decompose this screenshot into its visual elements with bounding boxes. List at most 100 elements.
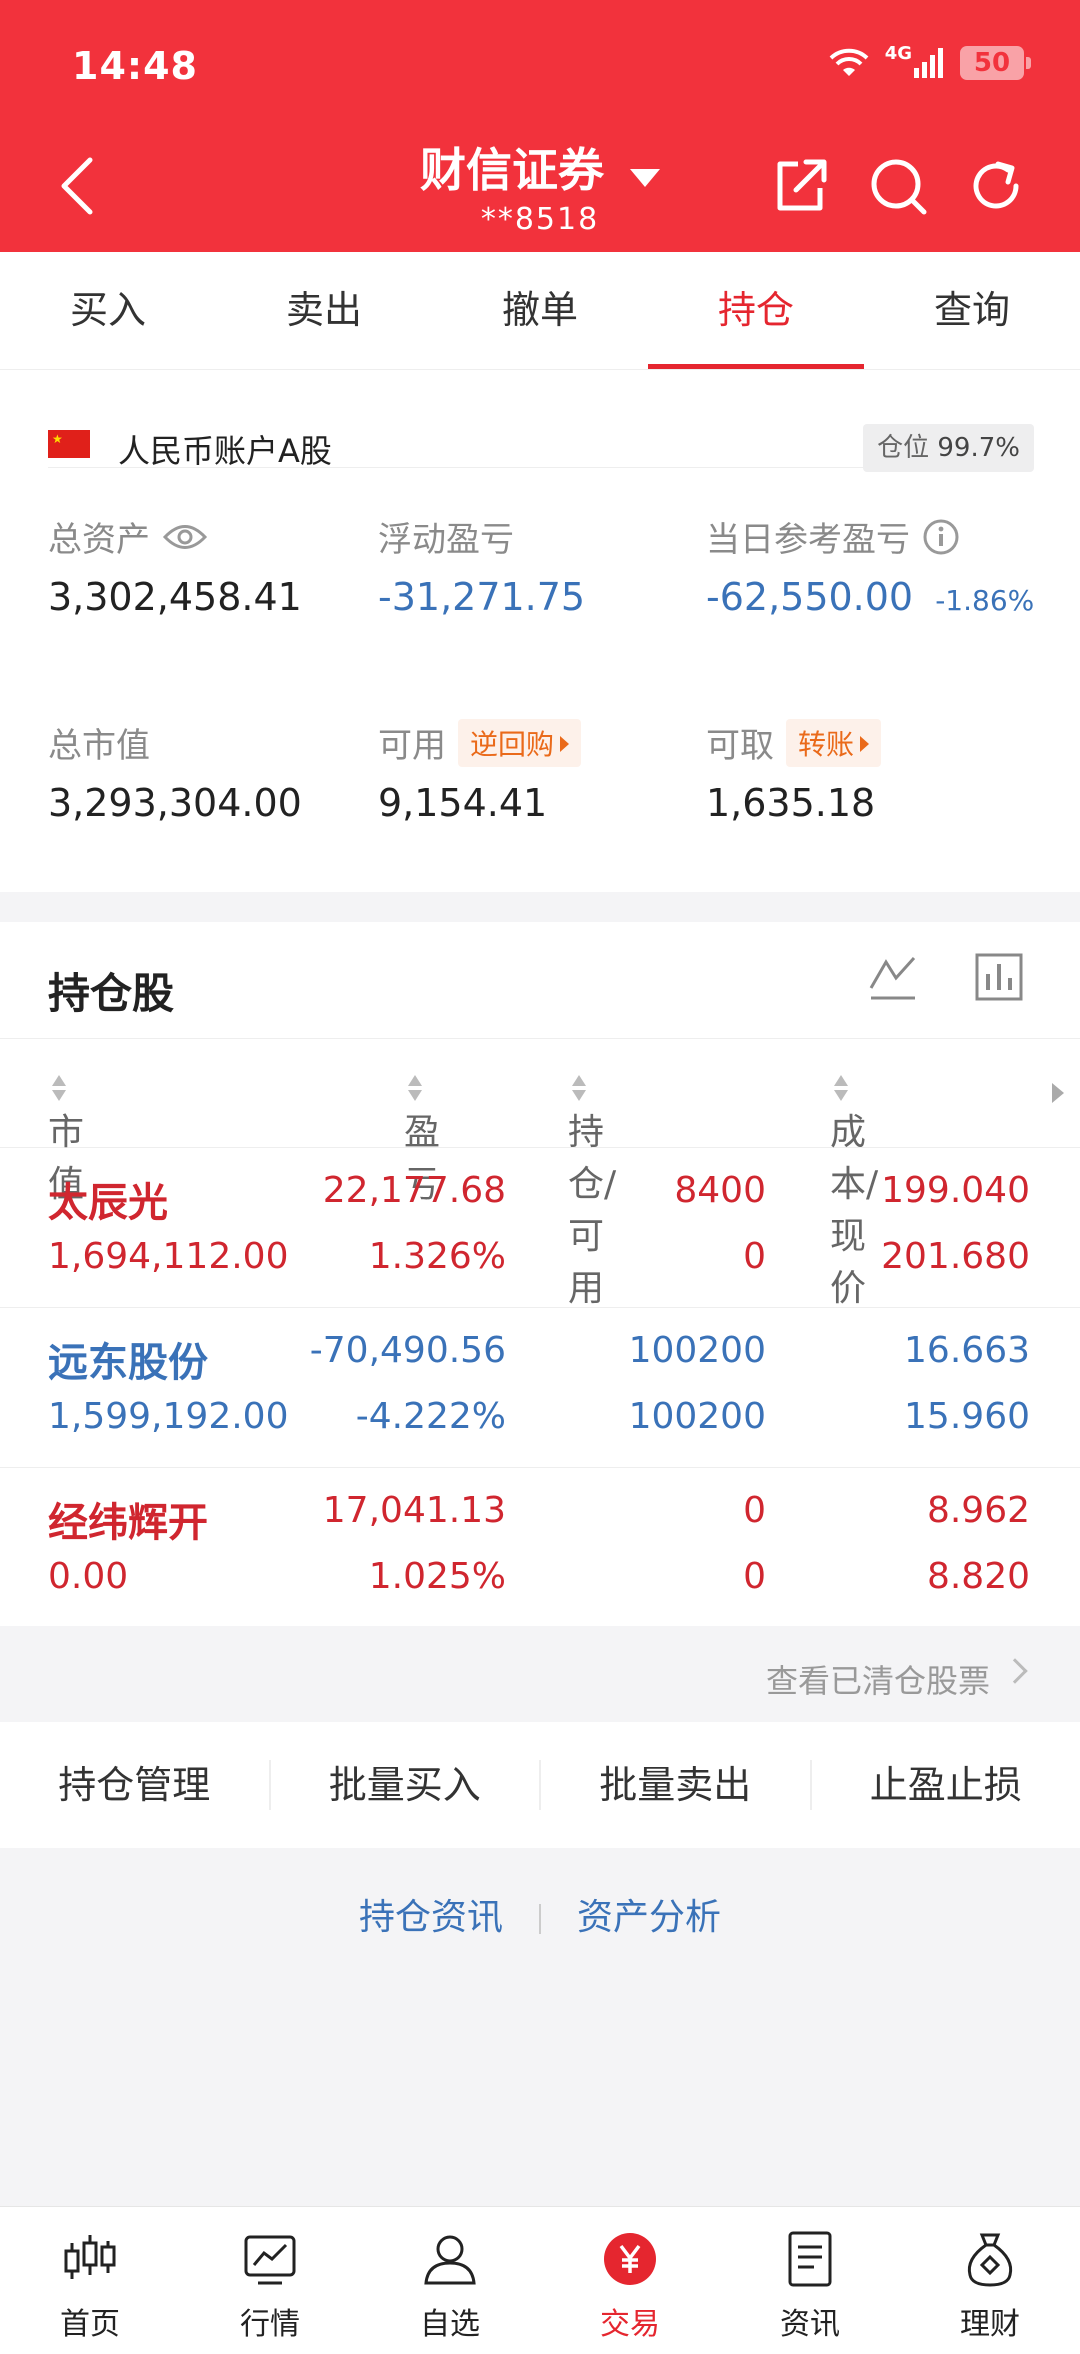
- table-row[interactable]: 远东股份 1,599,192.00 -70,490.56 -4.222% 100200 1…: [0, 1308, 1080, 1468]
- stock-avail: 100200: [628, 1396, 766, 1437]
- divider: [539, 1904, 541, 1934]
- available-funds: 可用 逆回购 9,154.41: [378, 718, 582, 825]
- bar-chart-icon[interactable]: [974, 952, 1024, 1002]
- account-name: 人民币账户A股: [118, 432, 332, 470]
- stock-price: 201.680: [881, 1236, 1030, 1277]
- nav-label: 行情: [240, 2307, 300, 2342]
- stock-name: 太辰光: [48, 1180, 168, 1226]
- transfer-button[interactable]: 转账: [786, 718, 882, 767]
- tab-cancel[interactable]: 撤单: [432, 252, 648, 369]
- daily-pl-label: 当日参考盈亏: [706, 520, 910, 560]
- tab-positions[interactable]: 持仓: [648, 252, 864, 369]
- total-assets-value: 3,302,458.41: [48, 575, 302, 619]
- account-row: 人民币账户A股 仓位 99.7%: [48, 398, 1034, 472]
- nav-home[interactable]: 首页: [0, 2207, 180, 2354]
- wifi-icon: [829, 48, 869, 76]
- signal-icon: [914, 48, 943, 78]
- table-row[interactable]: 经纬辉开 0.00 17,041.13 1.025% 0 0 8.962 8.820: [0, 1468, 1080, 1628]
- batch-sell-button[interactable]: 批量卖出: [541, 1760, 812, 1810]
- floating-pl-label: 浮动盈亏: [378, 520, 514, 560]
- stock-pl-pct: 1.025%: [368, 1556, 506, 1597]
- withdrawable-label: 可取: [706, 726, 774, 766]
- nav-wealth[interactable]: 理财: [900, 2207, 1080, 2354]
- stock-market-value: 1,599,192.00: [48, 1396, 289, 1437]
- stock-name: 远东股份: [48, 1340, 208, 1386]
- line-chart-icon[interactable]: [868, 952, 918, 1002]
- nav-news[interactable]: 资讯: [720, 2207, 900, 2354]
- nav-label: 首页: [60, 2307, 120, 2342]
- refresh-icon[interactable]: [964, 154, 1028, 218]
- stock-cost: 16.663: [904, 1330, 1030, 1371]
- status-time: 14:48: [72, 44, 198, 88]
- share-icon[interactable]: [768, 154, 832, 218]
- network-label: 4G: [884, 42, 912, 64]
- stock-price: 15.960: [904, 1396, 1030, 1437]
- nav-label: 资讯: [780, 2307, 840, 2342]
- col-cost-price[interactable]: 成本/现价: [830, 1071, 878, 1309]
- daily-pl-pct: -1.86%: [935, 584, 1035, 617]
- stop-profit-loss-button[interactable]: 止盈止损: [812, 1760, 1080, 1810]
- stock-hold: 8400: [674, 1170, 766, 1211]
- yen-icon: [604, 2233, 656, 2285]
- trade-tabs: 买入 卖出 撤单 持仓 查询: [0, 252, 1080, 370]
- asset-analysis-link[interactable]: 资产分析: [577, 1897, 721, 1938]
- available-label: 可用: [378, 726, 446, 766]
- stock-market-value: 1,694,112.00: [48, 1236, 289, 1277]
- position-news-link[interactable]: 持仓资讯: [359, 1897, 503, 1938]
- floating-pl: 浮动盈亏 -31,271.75: [378, 512, 585, 619]
- eye-icon[interactable]: [162, 522, 208, 552]
- position-label: 仓位: [877, 433, 930, 463]
- money-bag-icon: [967, 2233, 1013, 2287]
- candlestick-icon: [64, 2235, 116, 2279]
- nav-market[interactable]: 行情: [180, 2207, 360, 2354]
- market-value-value: 3,293,304.00: [48, 781, 302, 825]
- batch-buy-button[interactable]: 批量买入: [271, 1760, 541, 1810]
- available-value: 9,154.41: [378, 781, 548, 825]
- info-icon[interactable]: [922, 518, 960, 556]
- battery-level: 50: [973, 48, 1011, 78]
- china-flag-icon: [48, 430, 90, 458]
- holdings-view-toggle: [868, 952, 1024, 1002]
- stock-avail: 0: [743, 1236, 766, 1277]
- stock-price: 8.820: [926, 1556, 1030, 1597]
- total-assets-label: 总资产: [48, 520, 150, 560]
- stock-cost: 8.962: [926, 1490, 1030, 1531]
- chevron-right-icon: [1002, 1658, 1028, 1684]
- daily-pl-value: -62,550.00: [706, 575, 914, 619]
- tab-buy[interactable]: 买入: [0, 252, 216, 369]
- floating-pl-value: -31,271.75: [378, 575, 586, 619]
- sort-icon: [834, 1075, 848, 1103]
- sort-icon: [52, 1075, 66, 1103]
- col-market-value[interactable]: 市值: [48, 1071, 84, 1205]
- table-row[interactable]: 太辰光 1,694,112.00 22,177.68 1.326% 8400 0 199.0…: [0, 1148, 1080, 1308]
- holdings-title: 持仓股: [48, 969, 175, 1018]
- nav-watchlist[interactable]: 自选: [360, 2207, 540, 2354]
- account-summary: 人民币账户A股 仓位 99.7% 总资产 3,302,458.41 浮动盈亏 -…: [0, 370, 1080, 892]
- news-icon: [788, 2231, 832, 2287]
- sort-icon: [572, 1075, 586, 1103]
- col-hold-avail[interactable]: 持仓/可用: [568, 1071, 616, 1309]
- daily-pl: 当日参考盈亏 -62,550.00 -1.86%: [706, 512, 1034, 619]
- cleared-stocks-link[interactable]: 查看已清仓股票: [0, 1626, 1080, 1722]
- more-columns-icon[interactable]: [1052, 1083, 1064, 1103]
- col-pl[interactable]: 盈亏: [404, 1071, 440, 1205]
- search-icon[interactable]: [866, 154, 930, 218]
- nav-trade[interactable]: 交易: [540, 2207, 720, 2354]
- sort-icon: [408, 1075, 422, 1103]
- holdings-table-header: 市值 盈亏 持仓/可用 成本/现价: [0, 1038, 1080, 1309]
- tab-query[interactable]: 查询: [864, 252, 1080, 369]
- total-assets: 总资产 3,302,458.41: [48, 512, 302, 619]
- status-bar: 14:48 4G 50: [0, 0, 1080, 140]
- withdrawable-value: 1,635.18: [706, 781, 876, 825]
- tab-sell[interactable]: 卖出: [216, 252, 432, 369]
- stock-pl: 17,041.13: [322, 1490, 506, 1531]
- cleared-stocks-label: 查看已清仓股票: [765, 1662, 990, 1700]
- reverse-repo-button[interactable]: 逆回购: [458, 718, 582, 767]
- stock-pl: 22,177.68: [322, 1170, 506, 1211]
- manage-positions-button[interactable]: 持仓管理: [0, 1760, 271, 1810]
- nav-label: 理财: [960, 2307, 1020, 2342]
- market-value-label: 总市值: [48, 726, 150, 766]
- bottom-nav: 首页 行情 自选 交易 资讯 理财: [0, 2206, 1080, 2354]
- stock-avail: 0: [743, 1556, 766, 1597]
- battery-icon: 50: [960, 46, 1031, 80]
